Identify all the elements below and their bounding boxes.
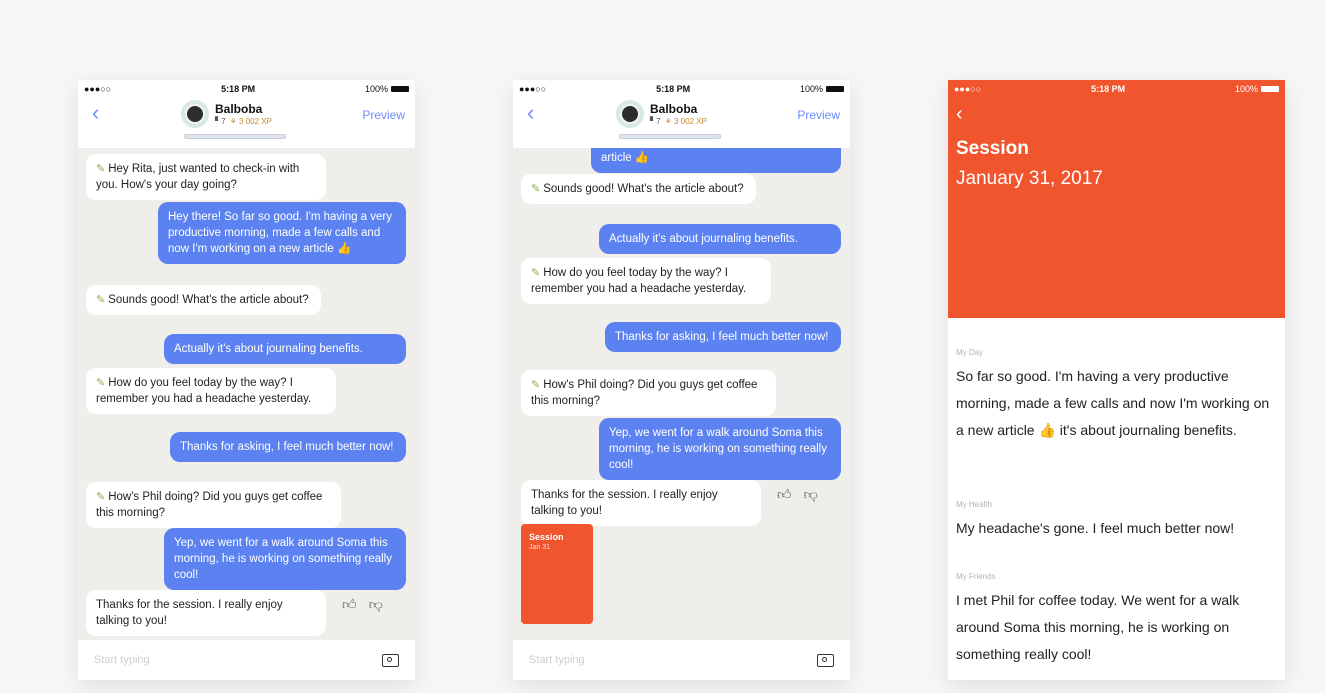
message-incoming: ✎ Sounds good! What's the article about? [521,174,756,204]
battery-level: 100% [799,84,823,94]
message-outgoing: Yep, we went for a walk around Soma this… [599,418,841,480]
chevron-left-icon[interactable]: ‹ [527,102,534,124]
thumbs-up-icon[interactable]: 👍︎ [777,486,792,503]
chevron-left-icon[interactable]: ‹ [956,104,963,124]
session-card-date: Jan 31 [529,544,551,551]
message-composer: Start typing [513,640,850,680]
bot-stats: ▘7 ⚘ 3 002 XP [215,117,272,126]
entry-label: My Health [956,500,993,509]
bot-profile[interactable]: Balboba ▘7 ⚘ 3 002 XP [616,100,707,128]
status-time: 5:18 PM [1091,84,1126,94]
battery-icon [1260,86,1279,92]
preview-button[interactable]: Preview [797,108,840,122]
thumbs-down-icon[interactable]: 👎︎ [804,486,818,503]
message-outgoing: Hey there! So far so good. I'm having a … [158,202,406,264]
battery-level: 100% [1234,84,1258,94]
entry-text: My headache's gone. I feel much better n… [956,520,1235,536]
bot-name: Balboba [215,102,263,116]
bot-name: Balboba [650,102,698,116]
message-incoming: Thanks for the session. I really enjoy t… [521,480,761,526]
bot-stats: ▘7 ⚘ 3 002 XP [650,117,707,126]
battery-icon [825,86,844,92]
message-list[interactable]: ✎ Hey Rita, just wanted to check-in with … [78,148,415,640]
thumbs-up-icon[interactable]: 👍︎ [342,596,357,613]
message-outgoing: Actually it's about journaling benefits. [599,224,841,254]
level-badge: ▘7 [215,117,226,126]
chat-header: ‹ Balboba ▘7 ⚘ 3 002 XP Preview [78,98,415,148]
camera-icon[interactable] [817,653,834,667]
xp-progress-bar [619,134,721,139]
battery-level: 100% [364,84,388,94]
session-detail-screen: ●●●○○ 5:18 PM 100% ‹ Session January 31,… [948,80,1285,680]
status-bar: ●●●○○ 5:18 PM 100% [78,80,415,98]
status-bar: ●●●○○ 5:18 PM 100% [513,80,850,98]
message-outgoing: Actually it's about journaling benefits. [164,334,406,364]
session-title: Session [956,138,1029,159]
pencil-icon: ✎ [96,491,106,503]
message-incoming: Thanks for the session. I really enjoy t… [86,590,326,636]
chevron-left-icon[interactable]: ‹ [92,102,99,124]
message-outgoing: article 👍 [591,148,841,173]
entry-label: My Day [956,348,984,357]
chat-screen-1: ●●●○○ 5:18 PM 100% ‹ Balboba ▘7 ⚘ 3 002 X… [78,80,415,680]
pencil-icon: ✎ [531,379,541,391]
xp-count: ⚘ 3 002 XP [229,117,272,126]
entry-my-day: My Day So far so good. I'm having a very… [956,348,1271,444]
entry-text: I met Phil for coffee today. We went for… [956,592,1240,662]
session-card-title: Session [529,532,564,542]
session-header: ●●●○○ 5:18 PM 100% ‹ Session January 31,… [948,80,1285,318]
pencil-icon: ✎ [531,267,541,279]
feedback-buttons: 👍︎ 👎︎ [777,486,818,503]
entry-my-health: My Health My headache's gone. I feel muc… [956,500,1271,542]
bot-profile[interactable]: Balboba ▘7 ⚘ 3 002 XP [181,100,272,128]
message-outgoing: Thanks for asking, I feel much better no… [170,432,406,462]
status-bar: ●●●○○ 5:18 PM 100% [948,80,1285,98]
message-incoming: ✎ How's Phil doing? Did you guys get coff… [521,370,776,416]
battery-icon [390,86,409,92]
avatar [616,100,644,128]
avatar [181,100,209,128]
status-time: 5:18 PM [221,84,256,94]
message-list[interactable]: article 👍 ✎ Sounds good! What's the artic… [513,148,850,640]
message-composer: Start typing [78,640,415,680]
pencil-icon: ✎ [96,294,106,306]
signal-icon: ●●●○○ [519,84,547,94]
thumbs-down-icon[interactable]: 👎︎ [369,596,383,613]
pencil-icon: ✎ [96,163,106,175]
signal-icon: ●●●○○ [954,84,982,94]
xp-count: ⚘ 3 002 XP [664,117,707,126]
message-incoming: ✎ How's Phil doing? Did you guys get coff… [86,482,341,528]
pencil-icon: ✎ [531,183,541,195]
chat-screen-2: ●●●○○ 5:18 PM 100% ‹ Balboba ▘7 ⚘ 3 002 X… [513,80,850,680]
xp-progress-bar [184,134,286,139]
entry-label: My Friends [956,572,996,581]
message-input[interactable]: Start typing [529,654,585,666]
entry-my-friends: My Friends I met Phil for coffee today. … [956,572,1271,668]
message-incoming: ✎ Sounds good! What's the article about? [86,285,321,315]
signal-icon: ●●●○○ [84,84,112,94]
session-date: January 31, 2017 [956,168,1103,189]
pencil-icon: ✎ [96,377,106,389]
message-incoming: ✎ Hey Rita, just wanted to check-in with … [86,154,326,200]
level-badge: ▘7 [650,117,661,126]
message-outgoing: Yep, we went for a walk around Soma this… [164,528,406,590]
message-input[interactable]: Start typing [94,654,150,666]
message-outgoing: Thanks for asking, I feel much better no… [605,322,841,352]
camera-icon[interactable] [382,653,399,667]
chat-header: ‹ Balboba ▘7 ⚘ 3 002 XP Preview [513,98,850,148]
entry-text: So far so good. I'm having a very produc… [956,368,1270,438]
preview-button[interactable]: Preview [362,108,405,122]
feedback-buttons: 👍︎ 👎︎ [342,596,383,613]
message-incoming: ✎ How do you feel today by the way? I rem… [521,258,771,304]
message-incoming: ✎ How do you feel today by the way? I rem… [86,368,336,414]
session-card[interactable]: Session Jan 31 [521,524,593,624]
status-time: 5:18 PM [656,84,691,94]
